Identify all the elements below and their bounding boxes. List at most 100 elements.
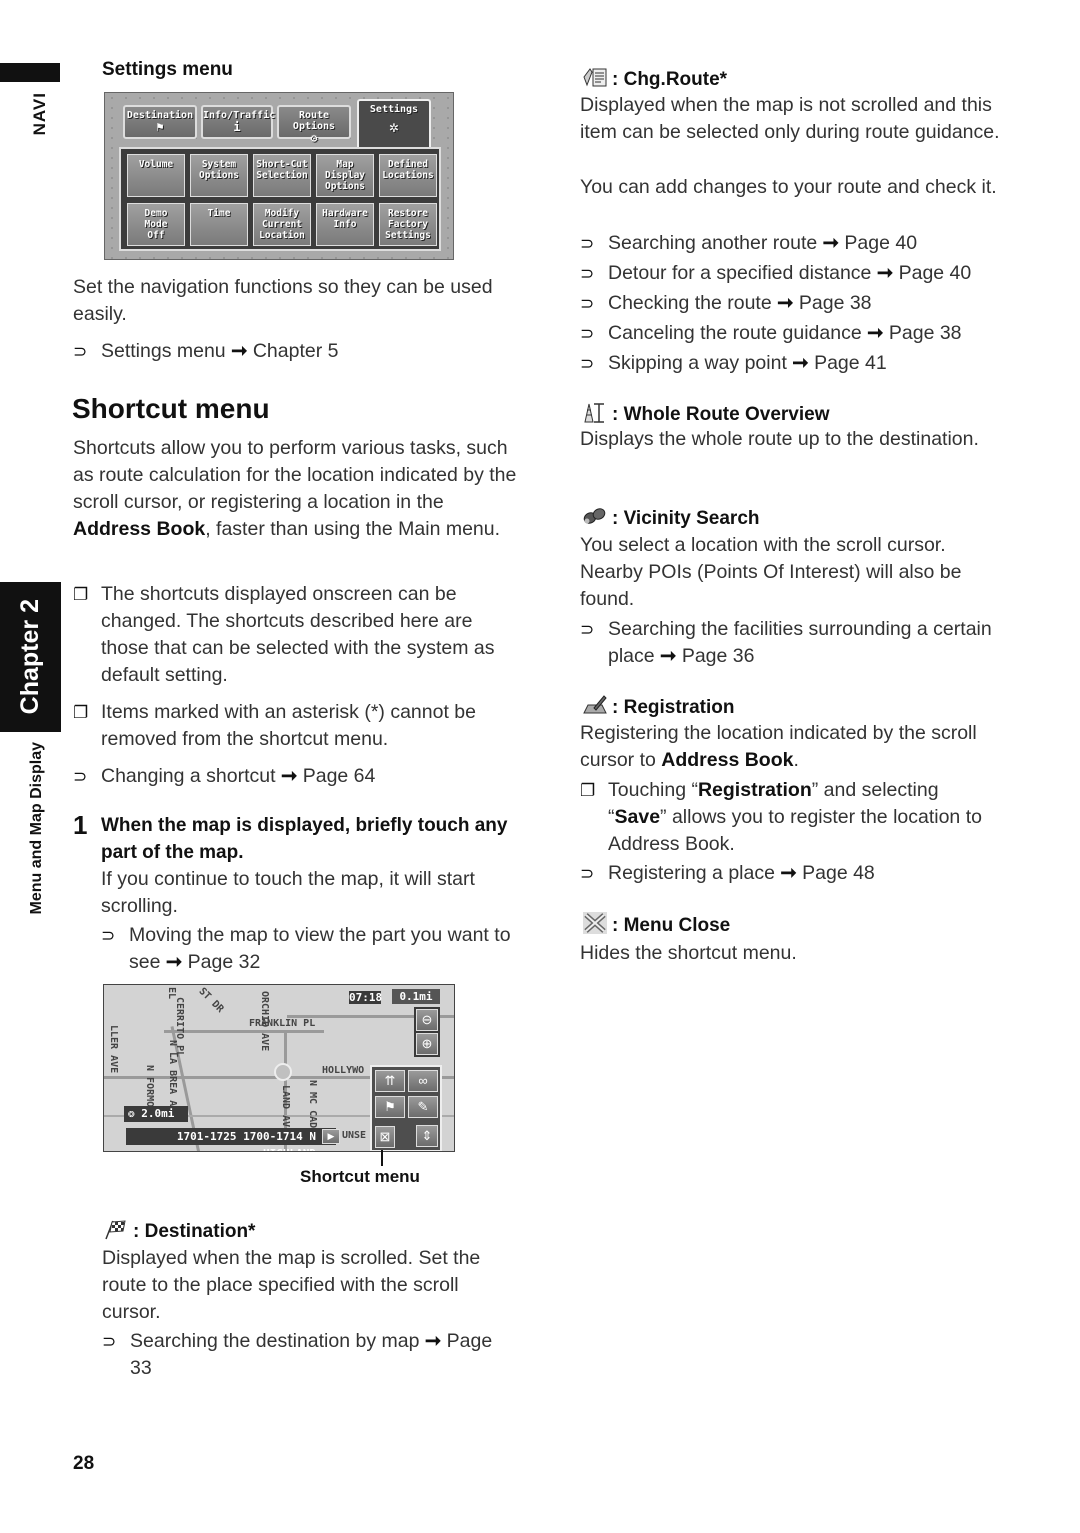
chg-route-description: Displayed when the map is not scrolled a…	[580, 94, 1000, 143]
ref-text: Registering a place	[608, 862, 775, 884]
section-label: Menu and Map Display	[28, 742, 45, 915]
registration-ref: ⊃ Registering a place ➞ Page 48	[580, 860, 1000, 887]
route-overview-icon[interactable]: ⇈	[375, 1070, 405, 1092]
heading-text: : Destination*	[133, 1221, 256, 1242]
whole-route-description: Displays the whole route up to the desti…	[580, 428, 979, 450]
hardware-info-button[interactable]: Hardware Info	[316, 203, 374, 246]
ref-link[interactable]: Page 64	[303, 765, 376, 787]
map-display-options-button[interactable]: Map Display Options	[316, 154, 374, 197]
system-options-button[interactable]: System Options	[190, 154, 248, 197]
volume-button[interactable]: Volume	[127, 154, 185, 197]
play-icon[interactable]: ▶	[322, 1129, 340, 1144]
ref-text: Changing a shortcut	[101, 765, 276, 787]
note-text: Items marked with an asterisk (*) cannot…	[101, 701, 476, 750]
ref-text: Canceling the route guidance	[608, 322, 862, 344]
note-marker-icon: ❐	[73, 703, 89, 722]
distance-value: 2.0mi	[141, 1107, 175, 1120]
step-ref: ⊃ Moving the map to view the part you wa…	[101, 922, 521, 976]
map-screenshot[interactable]: FRANKLIN PL HOLLYWO ORCHID AVE CERRITO P…	[103, 984, 455, 1152]
tab-destination[interactable]: Destination ⚑	[123, 105, 197, 139]
shortcut-menu-callout: Shortcut menu	[300, 1167, 420, 1186]
heading-text: : Whole Route Overview	[612, 404, 830, 425]
ref-link[interactable]: Page 41	[814, 352, 887, 374]
registration-description: Registering the location indicated by th…	[580, 720, 1000, 774]
checkered-flag-icon[interactable]: ⚑	[375, 1096, 405, 1118]
chg-route-heading: : Chg.Route*	[582, 65, 727, 91]
ref-marker-icon: ⊃	[580, 324, 595, 343]
direction-icon[interactable]: ⇕	[416, 1125, 438, 1147]
note-text: The shortcuts displayed onscreen can be …	[101, 583, 495, 686]
destination-ref: ⊃ Searching the destination by map ➞ Pag…	[102, 1328, 502, 1382]
menu-close-description: Hides the shortcut menu.	[580, 942, 797, 964]
restore-factory-settings-button[interactable]: Restore Factory Settings	[379, 203, 437, 246]
tab-route-options[interactable]: Route Options ⚙	[277, 105, 351, 144]
heading-text: : Chg.Route*	[612, 69, 728, 90]
zoom-out-icon[interactable]: ⊖	[416, 1009, 438, 1031]
arrow-icon: ➞	[777, 292, 794, 314]
demo-mode-button[interactable]: Demo Mode Off	[127, 203, 185, 246]
short-cut-selection-button[interactable]: Short-Cut Selection	[253, 154, 311, 197]
ref-link[interactable]: Page 40	[899, 262, 972, 284]
chg-route-refs: ⊃ Searching another route ➞ Page 40 ⊃ Deto…	[580, 230, 1010, 377]
registration-heading: : Registration	[582, 693, 734, 719]
street-label: LLER AVE	[108, 1025, 119, 1074]
note-item: ❐ Items marked with an asterisk (*) cann…	[73, 699, 523, 753]
vicinity-search-heading: : Vicinity Search	[582, 504, 760, 530]
text: .	[793, 749, 799, 771]
ref-marker-icon: ⊃	[580, 354, 595, 373]
street-label: ORCHID AVE	[259, 991, 270, 1052]
ref-text: Detour for a specified distance	[608, 262, 872, 284]
change-route-icon	[582, 65, 608, 89]
ref-link[interactable]: Page 48	[802, 862, 875, 884]
zoom-in-icon[interactable]: ⊕	[416, 1033, 438, 1055]
checkered-flag-icon: ⚑	[156, 120, 164, 134]
time-button[interactable]: Time	[190, 203, 248, 246]
settings-menu-screen: Destination ⚑ Info/Traffic i Route Optio…	[104, 92, 454, 260]
ref-text: Searching another route	[608, 232, 818, 254]
street-label: UNSE	[342, 1130, 367, 1141]
shortcut-intro: Shortcuts allow you to perform various t…	[73, 435, 523, 543]
ref-marker-icon: ⊃	[73, 342, 88, 361]
vicinity-ref: ⊃ Searching the facilities surrounding a…	[580, 616, 1000, 670]
tab-label: Settings	[369, 104, 419, 115]
defined-locations-button[interactable]: Defined Locations	[379, 154, 437, 197]
step-title: When the map is displayed, briefly touch…	[101, 815, 508, 863]
tab-info-traffic[interactable]: Info/Traffic i	[201, 105, 275, 139]
ref-item: ⊃ Skipping a way point ➞ Page 41	[580, 350, 1010, 377]
ref-item: ⊃ Detour for a specified distance ➞ Page …	[580, 260, 1010, 287]
tab-settings[interactable]: Settings ✲	[357, 99, 431, 151]
heading-text: : Menu Close	[612, 915, 731, 936]
ref-link[interactable]: Page 40	[844, 232, 917, 254]
close-x-icon[interactable]: ⊠	[375, 1126, 395, 1148]
chapter-tab: Chapter 2	[0, 582, 61, 732]
arrow-icon: ➞	[165, 951, 183, 973]
ref-marker-icon: ⊃	[73, 767, 88, 786]
ref-marker-icon: ⊃	[580, 294, 595, 313]
settings-gear-icon: ✲	[389, 117, 399, 136]
ref-link[interactable]: Chapter 5	[253, 340, 339, 362]
address-bar: 1701-1725 1700-1714 N HIGHLAND	[126, 1128, 336, 1151]
binoculars-icon[interactable]: ∞	[408, 1070, 438, 1092]
zoom-controls: ⊖ ⊕	[414, 1007, 440, 1057]
close-x-icon	[582, 911, 608, 935]
ref-text: Checking the route	[608, 292, 772, 314]
bold-text: Address Book	[73, 518, 206, 540]
ref-link[interactable]: Page 32	[188, 951, 261, 973]
ref-link[interactable]: Page 38	[799, 292, 872, 314]
registration-icon[interactable]: ✎	[408, 1096, 438, 1118]
map-time: 07:18	[349, 991, 383, 1004]
ref-item: ⊃ Searching another route ➞ Page 40	[580, 230, 1010, 257]
ref-marker-icon: ⊃	[580, 234, 595, 253]
street-label: HOLLYWO	[322, 1065, 365, 1076]
modify-current-location-button[interactable]: Modify Current Location	[253, 203, 311, 246]
map-scale[interactable]: 0.1mi	[392, 989, 440, 1004]
destination-description: Displayed when the map is scrolled. Set …	[102, 1247, 481, 1323]
checkered-flag-icon	[103, 1217, 129, 1241]
ref-link[interactable]: Page 36	[682, 645, 755, 667]
ref-marker-icon: ⊃	[580, 264, 595, 283]
ref-link[interactable]: Page 38	[889, 322, 962, 344]
chapter-label: Chapter 2	[16, 599, 44, 715]
ref-marker-icon: ⊃	[580, 864, 595, 883]
arrow-icon: ➞	[280, 765, 298, 787]
ref-text: Skipping a way point	[608, 352, 787, 374]
